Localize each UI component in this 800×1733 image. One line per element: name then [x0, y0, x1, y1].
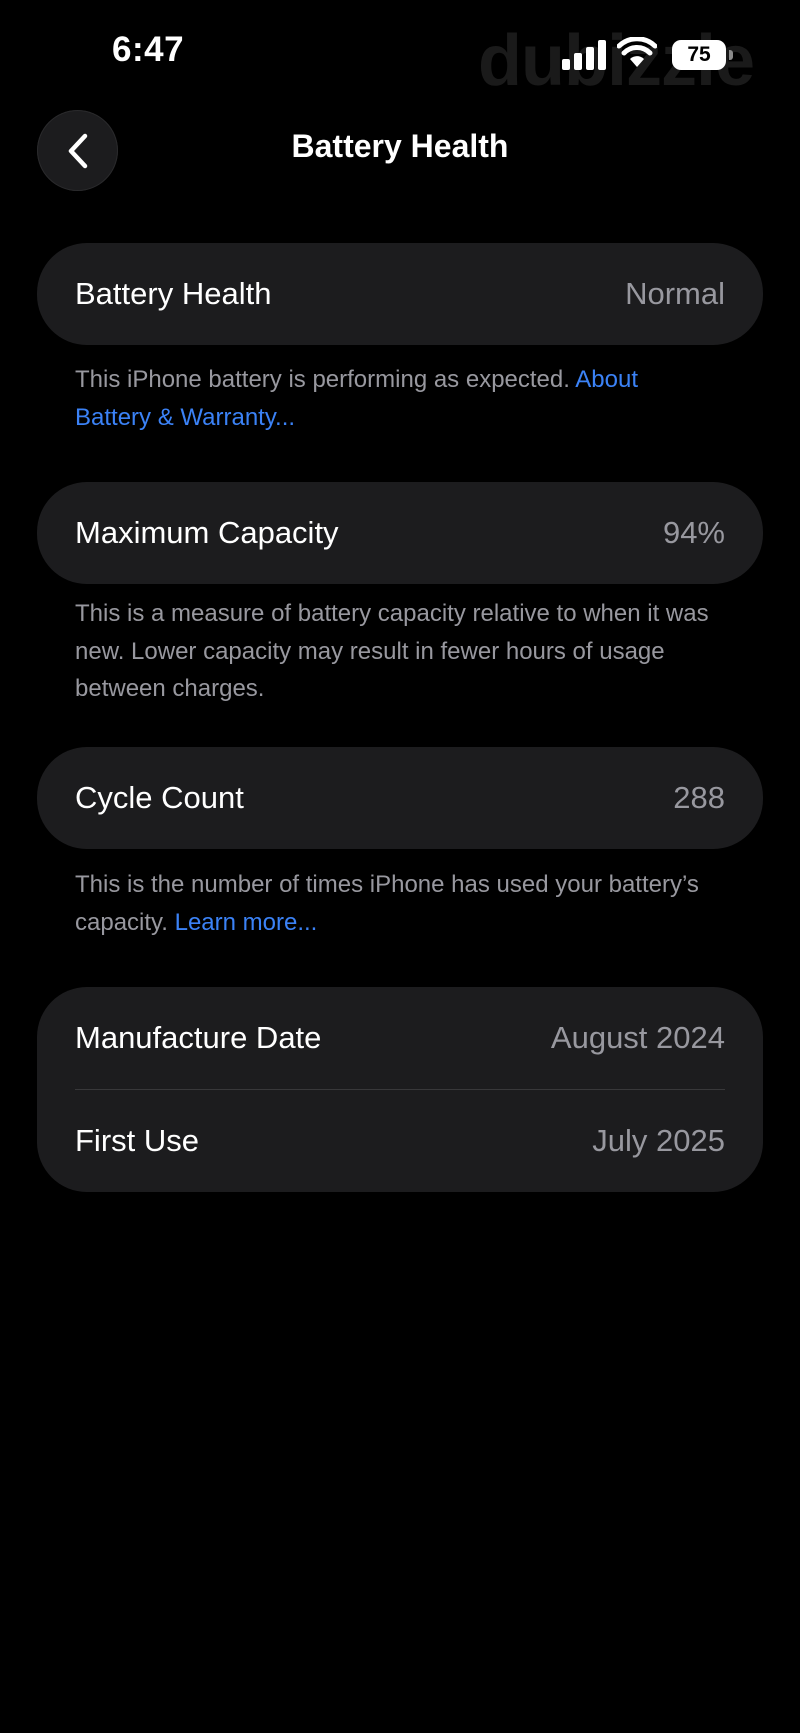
cycle-count-card: Cycle Count 288 [37, 747, 763, 849]
maximum-capacity-footnote-text: This is a measure of battery capacity re… [75, 600, 709, 702]
battery-level: 75 [672, 40, 726, 70]
battery-health-row: Battery Health Normal [37, 243, 763, 345]
maximum-capacity-row: Maximum Capacity 94% [37, 482, 763, 584]
cycle-count-row: Cycle Count 288 [37, 747, 763, 849]
manufacture-date-label: Manufacture Date [75, 1020, 322, 1055]
manufacture-date-value: August 2024 [550, 1020, 725, 1055]
maximum-capacity-footnote: This is a measure of battery capacity re… [75, 595, 715, 708]
first-use-value: July 2025 [592, 1123, 725, 1158]
maximum-capacity-label: Maximum Capacity [75, 515, 339, 550]
battery-health-label: Battery Health [75, 276, 272, 311]
dates-card: Manufacture Date August 2024 First Use J… [37, 987, 763, 1192]
cellular-signal-icon [562, 40, 606, 70]
battery-health-card: Battery Health Normal [37, 243, 763, 345]
first-use-row: First Use July 2025 [37, 1090, 763, 1192]
battery-icon: 75 [672, 40, 734, 70]
maximum-capacity-card: Maximum Capacity 94% [37, 482, 763, 584]
battery-health-footnote: This iPhone battery is performing as exp… [75, 361, 715, 436]
cycle-count-footnote-text: This is the number of times iPhone has u… [75, 871, 699, 936]
battery-health-footnote-text: This iPhone battery is performing as exp… [75, 366, 576, 393]
first-use-label: First Use [75, 1123, 199, 1158]
battery-tip [729, 50, 733, 60]
wifi-icon [617, 37, 657, 67]
status-time: 6:47 [112, 30, 185, 69]
battery-health-value: Normal [625, 276, 725, 311]
page-title: Battery Health [291, 128, 509, 164]
cycle-count-label: Cycle Count [75, 780, 244, 815]
maximum-capacity-value: 94% [662, 515, 725, 550]
cycle-count-footnote: This is the number of times iPhone has u… [75, 866, 715, 941]
status-bar: dubizzle 6:47 75 [0, 0, 800, 101]
cycle-count-value: 288 [673, 780, 725, 815]
learn-more-link[interactable]: Learn more... [175, 909, 318, 936]
manufacture-date-row: Manufacture Date August 2024 [37, 987, 763, 1089]
